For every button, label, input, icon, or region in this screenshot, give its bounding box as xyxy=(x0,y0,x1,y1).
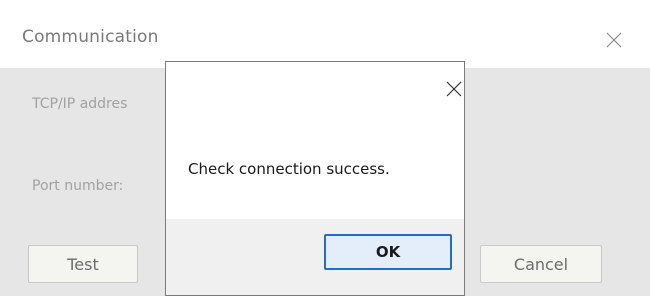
parent-dialog-title: Communication xyxy=(22,27,159,47)
message-box-content: Check connection success. xyxy=(166,62,464,219)
screen: Communication TCP/IP addres Port number:… xyxy=(0,0,650,296)
message-text: Check connection success. xyxy=(188,160,390,178)
tcp-ip-address-label: TCP/IP addres xyxy=(32,96,128,112)
close-icon[interactable] xyxy=(604,30,624,50)
port-number-label: Port number: xyxy=(32,178,124,194)
close-icon[interactable] xyxy=(445,80,463,98)
parent-dialog-titlebar: Communication xyxy=(0,0,650,68)
cancel-button[interactable]: Cancel xyxy=(480,245,602,283)
test-button[interactable]: Test xyxy=(28,245,138,283)
message-box: Check connection success. OK xyxy=(165,61,465,296)
ok-button[interactable]: OK xyxy=(324,234,452,270)
